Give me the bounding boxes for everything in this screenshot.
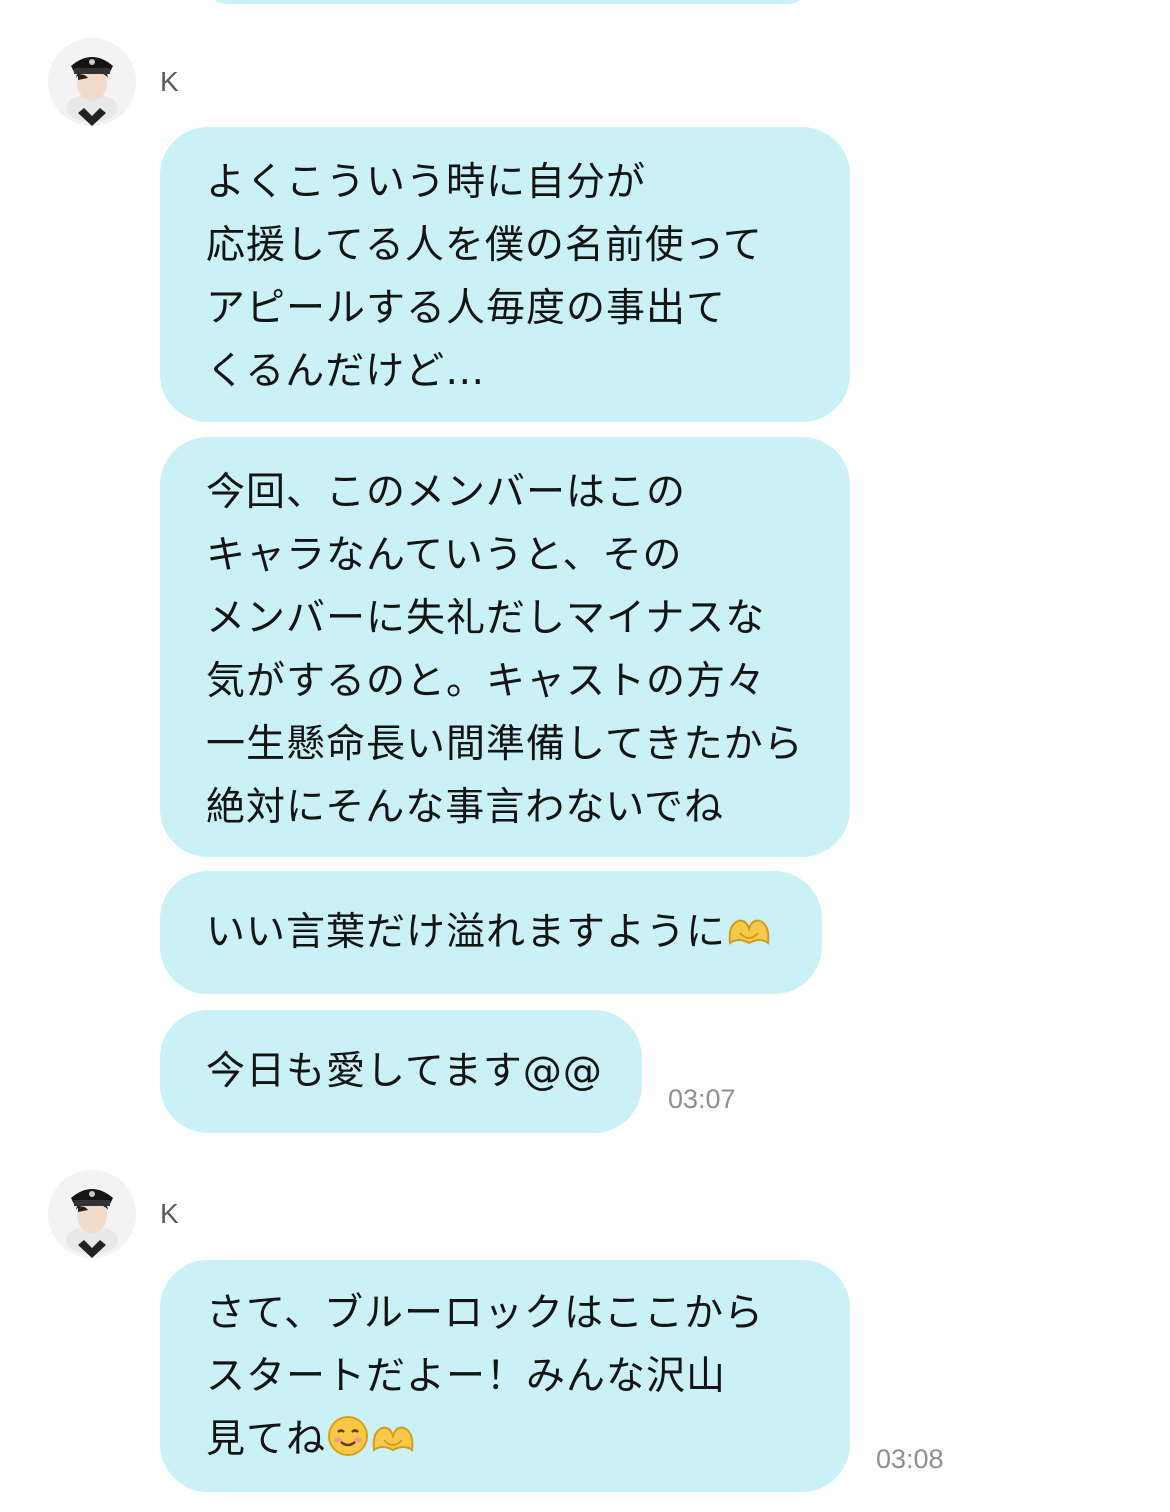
message-bubble[interactable]: さて、ブルーロックはここから スタートだよー！みんな沢山 見てね	[160, 1260, 850, 1492]
message-line: 絶対にそんな事言わないでね	[206, 785, 725, 830]
message-line: 今回、このメンバーはこの	[206, 470, 687, 515]
message-line: 見てね	[206, 1408, 804, 1471]
message-line: 一生懸命長い間準備してきたから	[206, 722, 804, 767]
heart-hands-emoji-icon	[372, 1426, 414, 1452]
chat-screen: K よくこういう時に自分が 応援してる人を僕の名前使って アピールする人毎度の事…	[0, 0, 1170, 1512]
message-line: アピールする人毎度の事出て	[206, 286, 727, 331]
sender-name: K	[160, 66, 179, 97]
timestamp: 03:07	[668, 1084, 736, 1114]
profile-photo-avatar-icon	[48, 1170, 136, 1258]
message-line: メンバーに失礼だしマイナスな	[206, 596, 766, 641]
message-bubble[interactable]: 今回、このメンバーはこの キャラなんていうと、その メンバーに失礼だしマイナスな…	[160, 437, 850, 857]
message-text: いい言葉だけ溢れますように	[206, 910, 727, 955]
message-line: 応援してる人を僕の名前使って	[206, 223, 763, 268]
message-bubble[interactable]: よくこういう時に自分が 応援してる人を僕の名前使って アピールする人毎度の事出て…	[160, 127, 850, 422]
previous-message-bubble[interactable]	[205, 0, 810, 4]
profile-photo-avatar-icon	[48, 38, 136, 126]
message-line: さて、ブルーロックはここから	[206, 1291, 765, 1336]
heart-hands-emoji-icon	[728, 919, 770, 945]
message-line: 気がするのと。キャストの方々	[206, 659, 767, 704]
sender-avatar[interactable]	[48, 1170, 136, 1258]
message-line: よくこういう時に自分が	[206, 160, 647, 205]
sender-name: K	[160, 1198, 179, 1229]
message-bubble[interactable]: いい言葉だけ溢れますように	[160, 871, 822, 994]
sender-avatar[interactable]	[48, 38, 136, 126]
message-line: キャラなんていうと、その	[206, 533, 683, 578]
message-line: いい言葉だけ溢れますように	[206, 901, 776, 964]
timestamp: 03:08	[876, 1444, 944, 1474]
message-line: くるんだけど…	[206, 349, 486, 394]
message-bubble[interactable]: 今日も愛してます@@	[160, 1010, 642, 1133]
message-line: スタートだよー！みんな沢山	[206, 1354, 727, 1399]
message-text: 見てね	[206, 1417, 327, 1462]
message-line: 今日も愛してます@@	[206, 1049, 603, 1094]
smiling-face-emoji-icon	[328, 1416, 369, 1456]
